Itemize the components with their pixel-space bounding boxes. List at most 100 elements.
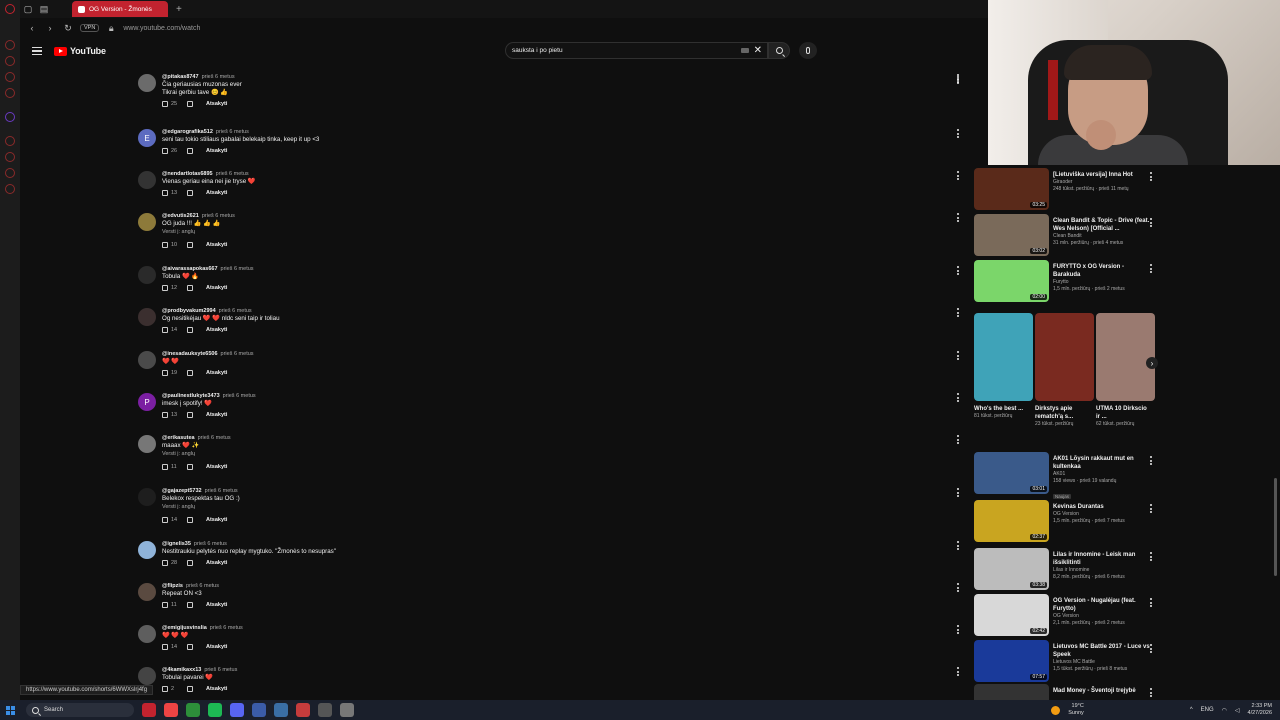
video-channel[interactable]: AK01 — [1053, 471, 1151, 478]
volume-icon[interactable]: ◁ — [1235, 707, 1240, 714]
reply-button[interactable]: Atsakyti — [206, 285, 227, 291]
video-title[interactable]: Clean Bandit & Topic - Drive (feat. Wes … — [1053, 217, 1151, 233]
translate-link[interactable]: Versti į: anglų — [162, 504, 195, 510]
brave-app-icon[interactable] — [164, 703, 178, 717]
comment-author[interactable]: @flipzis — [162, 583, 183, 589]
comment-author[interactable]: @prodbyvakum2994 — [162, 308, 216, 314]
reply-button[interactable]: Atsakyti — [206, 644, 227, 650]
more-icon[interactable] — [1150, 504, 1153, 513]
menu-icon[interactable] — [32, 46, 42, 56]
video-channel[interactable]: Furytto — [1053, 279, 1151, 286]
video-title[interactable]: Lietuvos MC Battle 2017 - Luce vs Speek — [1053, 643, 1151, 659]
vpn-badge[interactable]: VPN — [80, 24, 100, 32]
sidebar-app-icon[interactable] — [5, 136, 15, 146]
video-title[interactable]: Kevinas Durantas — [1053, 503, 1151, 511]
taskbar-search[interactable]: Search — [26, 703, 134, 717]
video-channel[interactable]: Lietuvos MC Battle — [1053, 659, 1151, 666]
video-title[interactable]: [Lietuviška versija] Inna Hot — [1053, 171, 1151, 179]
avatar[interactable] — [138, 308, 156, 326]
reload-icon[interactable]: ↻ — [62, 23, 74, 34]
obs-app-icon[interactable] — [318, 703, 332, 717]
related-video[interactable]: 03:38 Lilas ir Innomine - Leisk man išsi… — [974, 548, 1164, 592]
sidebar-app-icon[interactable] — [5, 152, 15, 162]
page-scrollbar[interactable] — [1274, 478, 1277, 576]
avatar[interactable] — [138, 667, 156, 685]
reply-button[interactable]: Atsakyti — [206, 327, 227, 333]
comment-time[interactable]: prieš 6 metus — [216, 171, 249, 177]
avatar[interactable] — [138, 351, 156, 369]
translate-link[interactable]: Versti į: anglų — [162, 229, 195, 235]
related-video[interactable]: 03:25 [Lietuviška versija] Inna Hot Girao… — [974, 168, 1164, 212]
tab-active[interactable]: OG Version - Žmonės — [72, 1, 168, 17]
twitch-icon[interactable] — [5, 112, 15, 122]
voice-search-button[interactable] — [799, 42, 817, 59]
video-title[interactable]: Mad Money - Šventoji trejybė — [1053, 687, 1151, 695]
video-thumbnail[interactable]: 07:57 — [974, 640, 1049, 682]
weather-icon[interactable] — [1051, 705, 1061, 715]
more-icon[interactable] — [956, 266, 959, 275]
like-icon[interactable] — [162, 148, 168, 154]
video-title[interactable]: AK01 Lõysin rakkaut mut en kultenkaa — [1053, 455, 1151, 471]
back-icon[interactable]: ‹ — [26, 23, 38, 33]
avatar[interactable] — [138, 488, 156, 506]
reply-button[interactable]: Atsakyti — [206, 190, 227, 196]
comment-author[interactable]: @edgarografika512 — [162, 129, 213, 135]
video-channel[interactable]: Clean Bandit — [1053, 233, 1151, 240]
dislike-icon[interactable] — [187, 370, 193, 376]
dislike-icon[interactable] — [187, 560, 193, 566]
dislike-icon[interactable] — [187, 101, 193, 107]
more-icon[interactable] — [1150, 264, 1153, 273]
more-icon[interactable] — [956, 213, 959, 222]
clear-search-icon[interactable]: ✕ — [754, 45, 762, 56]
dislike-icon[interactable] — [187, 644, 193, 650]
video-title[interactable]: FURYTTO x OG Version - Barakuda — [1053, 263, 1151, 279]
comment-author[interactable]: @ignelis35 — [162, 541, 191, 547]
youtube-logo[interactable]: YouTube — [54, 46, 106, 56]
video-channel[interactable]: OG Version — [1053, 613, 1151, 620]
avatar[interactable] — [138, 541, 156, 559]
video-thumbnail[interactable]: 03:25 — [974, 168, 1049, 210]
chevron-right-icon[interactable]: › — [1146, 357, 1158, 369]
like-icon[interactable] — [162, 464, 168, 470]
sidebar-app-icon[interactable] — [5, 168, 15, 178]
clock[interactable]: 2:33 PM 4/27/2026 — [1248, 703, 1272, 717]
more-icon[interactable] — [956, 541, 959, 550]
more-icon[interactable] — [956, 435, 959, 444]
avatar[interactable] — [138, 435, 156, 453]
reply-button[interactable]: Atsakyti — [206, 242, 227, 248]
comment-author[interactable]: @gajazept5732 — [162, 488, 202, 494]
video-thumbnail[interactable]: 02:37 — [974, 500, 1049, 542]
comment-author[interactable]: @erikasutea — [162, 435, 195, 441]
new-tab-button[interactable]: + — [176, 4, 182, 15]
reply-button[interactable]: Atsakyti — [206, 517, 227, 523]
app-icon[interactable] — [296, 703, 310, 717]
comment-author[interactable]: @aivarassapokas667 — [162, 266, 218, 272]
more-icon[interactable] — [1150, 552, 1153, 561]
short-title[interactable]: Who's the best ... — [974, 405, 1029, 413]
search-input[interactable]: sauksta i po pietu ✕ — [505, 42, 768, 59]
video-channel[interactable]: Lilas ir Innomine — [1053, 567, 1151, 574]
translate-link[interactable]: Versti į: anglų — [162, 451, 195, 457]
short-thumbnail[interactable] — [1096, 313, 1155, 401]
sidebar-app-icon[interactable] — [5, 88, 15, 98]
like-icon[interactable] — [162, 101, 168, 107]
comment-time[interactable]: prieš 6 metus — [216, 129, 249, 135]
video-thumbnail[interactable]: 02:00 — [974, 260, 1049, 302]
dislike-icon[interactable] — [187, 148, 193, 154]
video-thumbnail[interactable]: 03:01 — [974, 452, 1049, 494]
short-title[interactable]: UTMA 10 Dirkscio ir ... — [1096, 405, 1151, 421]
comment-time[interactable]: prieš 6 metus — [204, 667, 237, 673]
chrome-app-icon[interactable] — [186, 703, 200, 717]
like-icon[interactable] — [162, 602, 168, 608]
reply-button[interactable]: Atsakyti — [206, 686, 227, 692]
search-button[interactable] — [768, 42, 790, 59]
video-thumbnail[interactable]: 02:42 — [974, 594, 1049, 636]
video-thumbnail[interactable]: 03:02 — [974, 214, 1049, 256]
more-icon[interactable] — [1150, 172, 1153, 181]
comment-time[interactable]: prieš 6 metus — [223, 393, 256, 399]
more-icon[interactable] — [956, 625, 959, 634]
opera-app-icon[interactable] — [142, 703, 156, 717]
weather[interactable]: 19°C Sunny — [1068, 703, 1084, 717]
more-icon[interactable] — [956, 488, 959, 497]
dislike-icon[interactable] — [187, 327, 193, 333]
